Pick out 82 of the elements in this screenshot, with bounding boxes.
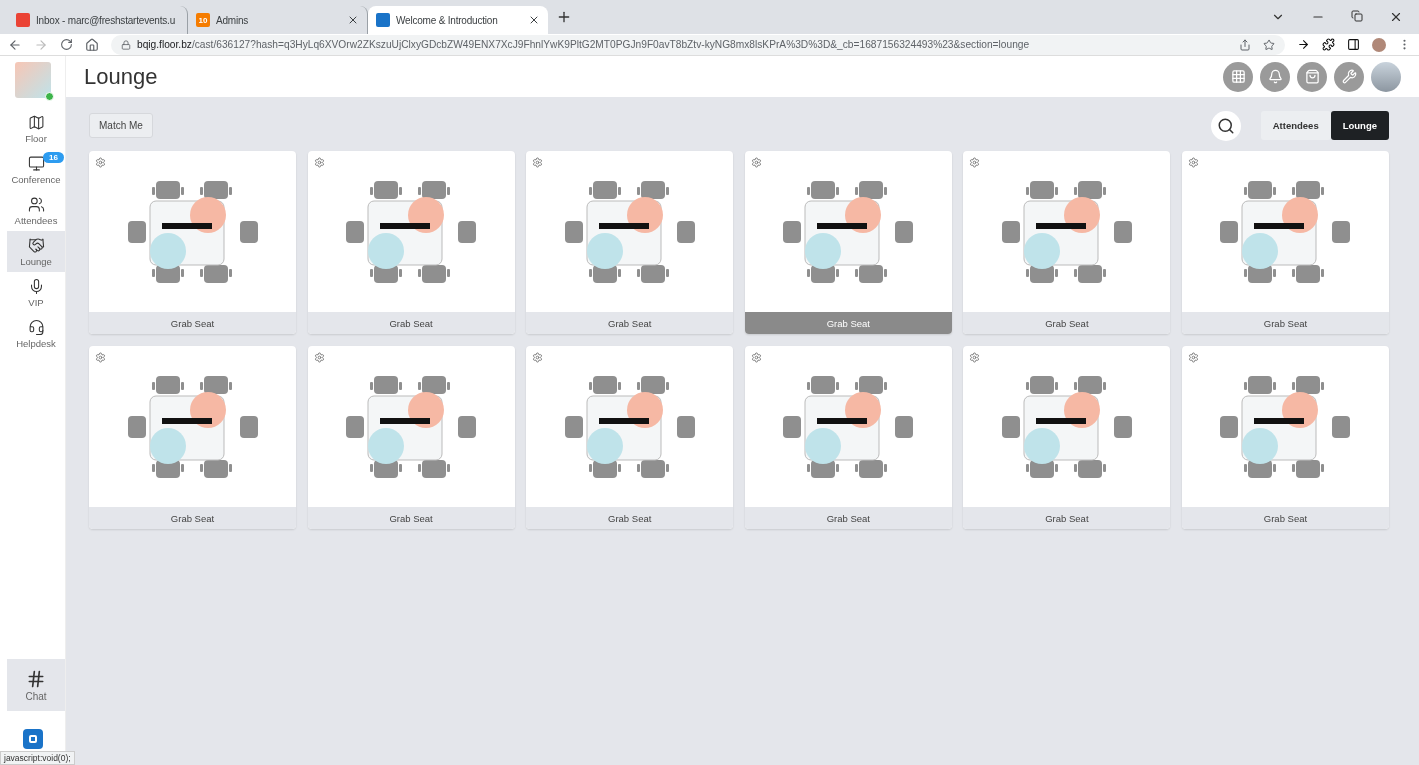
browser-tab[interactable]: 10 Admins (188, 6, 368, 34)
mail-icon (16, 13, 30, 27)
grab-seat-button[interactable]: Grab Seat (307, 507, 515, 529)
arrow-icon[interactable] (1297, 38, 1310, 51)
forward-icon[interactable] (34, 37, 48, 52)
settings-icon[interactable] (750, 157, 762, 168)
puzzle-icon[interactable] (1322, 38, 1335, 51)
count-badge: 16 (43, 152, 64, 163)
settings-icon[interactable] (532, 157, 544, 168)
tab-title: Admins (216, 14, 250, 26)
event-thumbnail[interactable] (14, 62, 51, 98)
grab-seat-button[interactable]: Grab Seat (1181, 312, 1389, 334)
grab-seat-button[interactable]: Grab Seat (89, 312, 296, 334)
sidebar-item[interactable]: Lounge (7, 231, 65, 272)
browser-tab[interactable]: Welcome & Introduction (368, 6, 548, 34)
grab-seat-button[interactable]: Grab Seat (307, 312, 515, 334)
user-avatar[interactable] (1371, 61, 1401, 92)
bell-icon (1267, 69, 1283, 84)
view-tab[interactable]: Attendees (1260, 111, 1331, 140)
tab-title: Inbox - marc@freshstartevents.u (36, 14, 175, 26)
grab-seat-button[interactable]: Grab Seat (963, 507, 1171, 529)
sidebar-item[interactable]: Helpdesk (7, 313, 65, 354)
settings-icon[interactable] (532, 352, 544, 363)
settings-icon[interactable] (313, 352, 325, 363)
grid-button[interactable] (1223, 61, 1253, 92)
online-dot (44, 92, 54, 101)
grab-seat-button[interactable]: Grab Seat (1181, 507, 1389, 529)
back-icon[interactable] (8, 37, 22, 52)
page-title: Lounge (84, 63, 158, 90)
url-text: bqig.floor.bz/cast/636127?hash=q3HyLq6XVOrw2ZKszuUjClxyGDcbZW49ENX7XcJ9FhnlYwK9PltG2MT0PGJn9F0avT8bZtv-kyNG8mx8lsKPrA%3D%3D&_cb=1687156324493%23&section=lounge (137, 39, 1030, 50)
home-icon[interactable] (85, 37, 99, 52)
monitor-icon (27, 154, 45, 172)
grab-seat-button[interactable]: Grab Seat (526, 312, 734, 334)
settings-icon[interactable] (1187, 352, 1199, 363)
address-bar[interactable]: bqig.floor.bz/cast/636127?hash=q3HyLq6XVOrw2ZKszuUjClxyGDcbZW49ENX7XcJ9FhnlYwK9PltG2MT0PGJn9F0avT8bZtv-kyNG8mx8lsKPrA%3D%3D&_cb=1687156324493%23&section=lounge (111, 34, 1285, 55)
bag-icon (1304, 69, 1320, 84)
chat-item[interactable]: Chat (7, 659, 65, 711)
status-bar: javascript:void(0); (0, 751, 75, 765)
sidebar-item[interactable]: VIP (7, 272, 65, 313)
bag-button[interactable] (1297, 61, 1327, 92)
settings-icon[interactable] (95, 352, 106, 363)
grab-seat-button[interactable]: Grab Seat (963, 312, 1171, 334)
grab-seat-button[interactable]: Grab Seat (89, 507, 296, 529)
view-tab[interactable]: Lounge (1330, 111, 1389, 140)
new-tab-icon[interactable] (556, 9, 572, 25)
app-icon (376, 13, 390, 27)
restore-icon[interactable] (1351, 10, 1363, 22)
profile-avatar[interactable] (1372, 37, 1386, 52)
app-logo[interactable] (22, 729, 43, 749)
search-icon (1216, 116, 1235, 135)
grab-seat-button[interactable]: Grab Seat (744, 507, 952, 529)
grab-seat-button[interactable]: Grab Seat (526, 507, 734, 529)
share-icon[interactable] (1239, 38, 1251, 51)
star-icon[interactable] (1263, 38, 1275, 51)
sidebar-item[interactable]: Conference 16 (7, 149, 65, 190)
tab-title: Welcome & Introduction (396, 14, 499, 26)
settings-icon[interactable] (95, 157, 106, 168)
wrench-icon (1341, 69, 1357, 84)
search-button[interactable] (1210, 110, 1241, 141)
side-panel-icon[interactable] (1347, 38, 1360, 51)
handshake-icon (27, 236, 45, 254)
settings-icon[interactable] (750, 352, 762, 363)
people-icon (27, 195, 45, 213)
close-icon[interactable] (1389, 10, 1403, 24)
sidebar-item[interactable]: Floor (7, 108, 65, 149)
settings-icon[interactable] (313, 157, 325, 168)
settings-icon[interactable] (969, 157, 981, 168)
close-icon[interactable] (528, 14, 540, 26)
map-icon (27, 113, 45, 131)
match-me-button[interactable]: Match Me (89, 113, 153, 138)
headset-icon (27, 318, 45, 336)
grid-icon (1230, 69, 1246, 84)
settings-icon[interactable] (1187, 157, 1199, 168)
sidebar-item[interactable]: Attendees (7, 190, 65, 231)
hash-icon (26, 668, 46, 689)
bell-button[interactable] (1260, 61, 1290, 92)
tools-button[interactable] (1334, 61, 1364, 92)
reload-icon[interactable] (60, 38, 73, 51)
tab-favicon: 10 (196, 13, 210, 27)
settings-icon[interactable] (969, 352, 981, 363)
close-icon[interactable] (347, 14, 359, 26)
lock-icon (121, 39, 131, 50)
